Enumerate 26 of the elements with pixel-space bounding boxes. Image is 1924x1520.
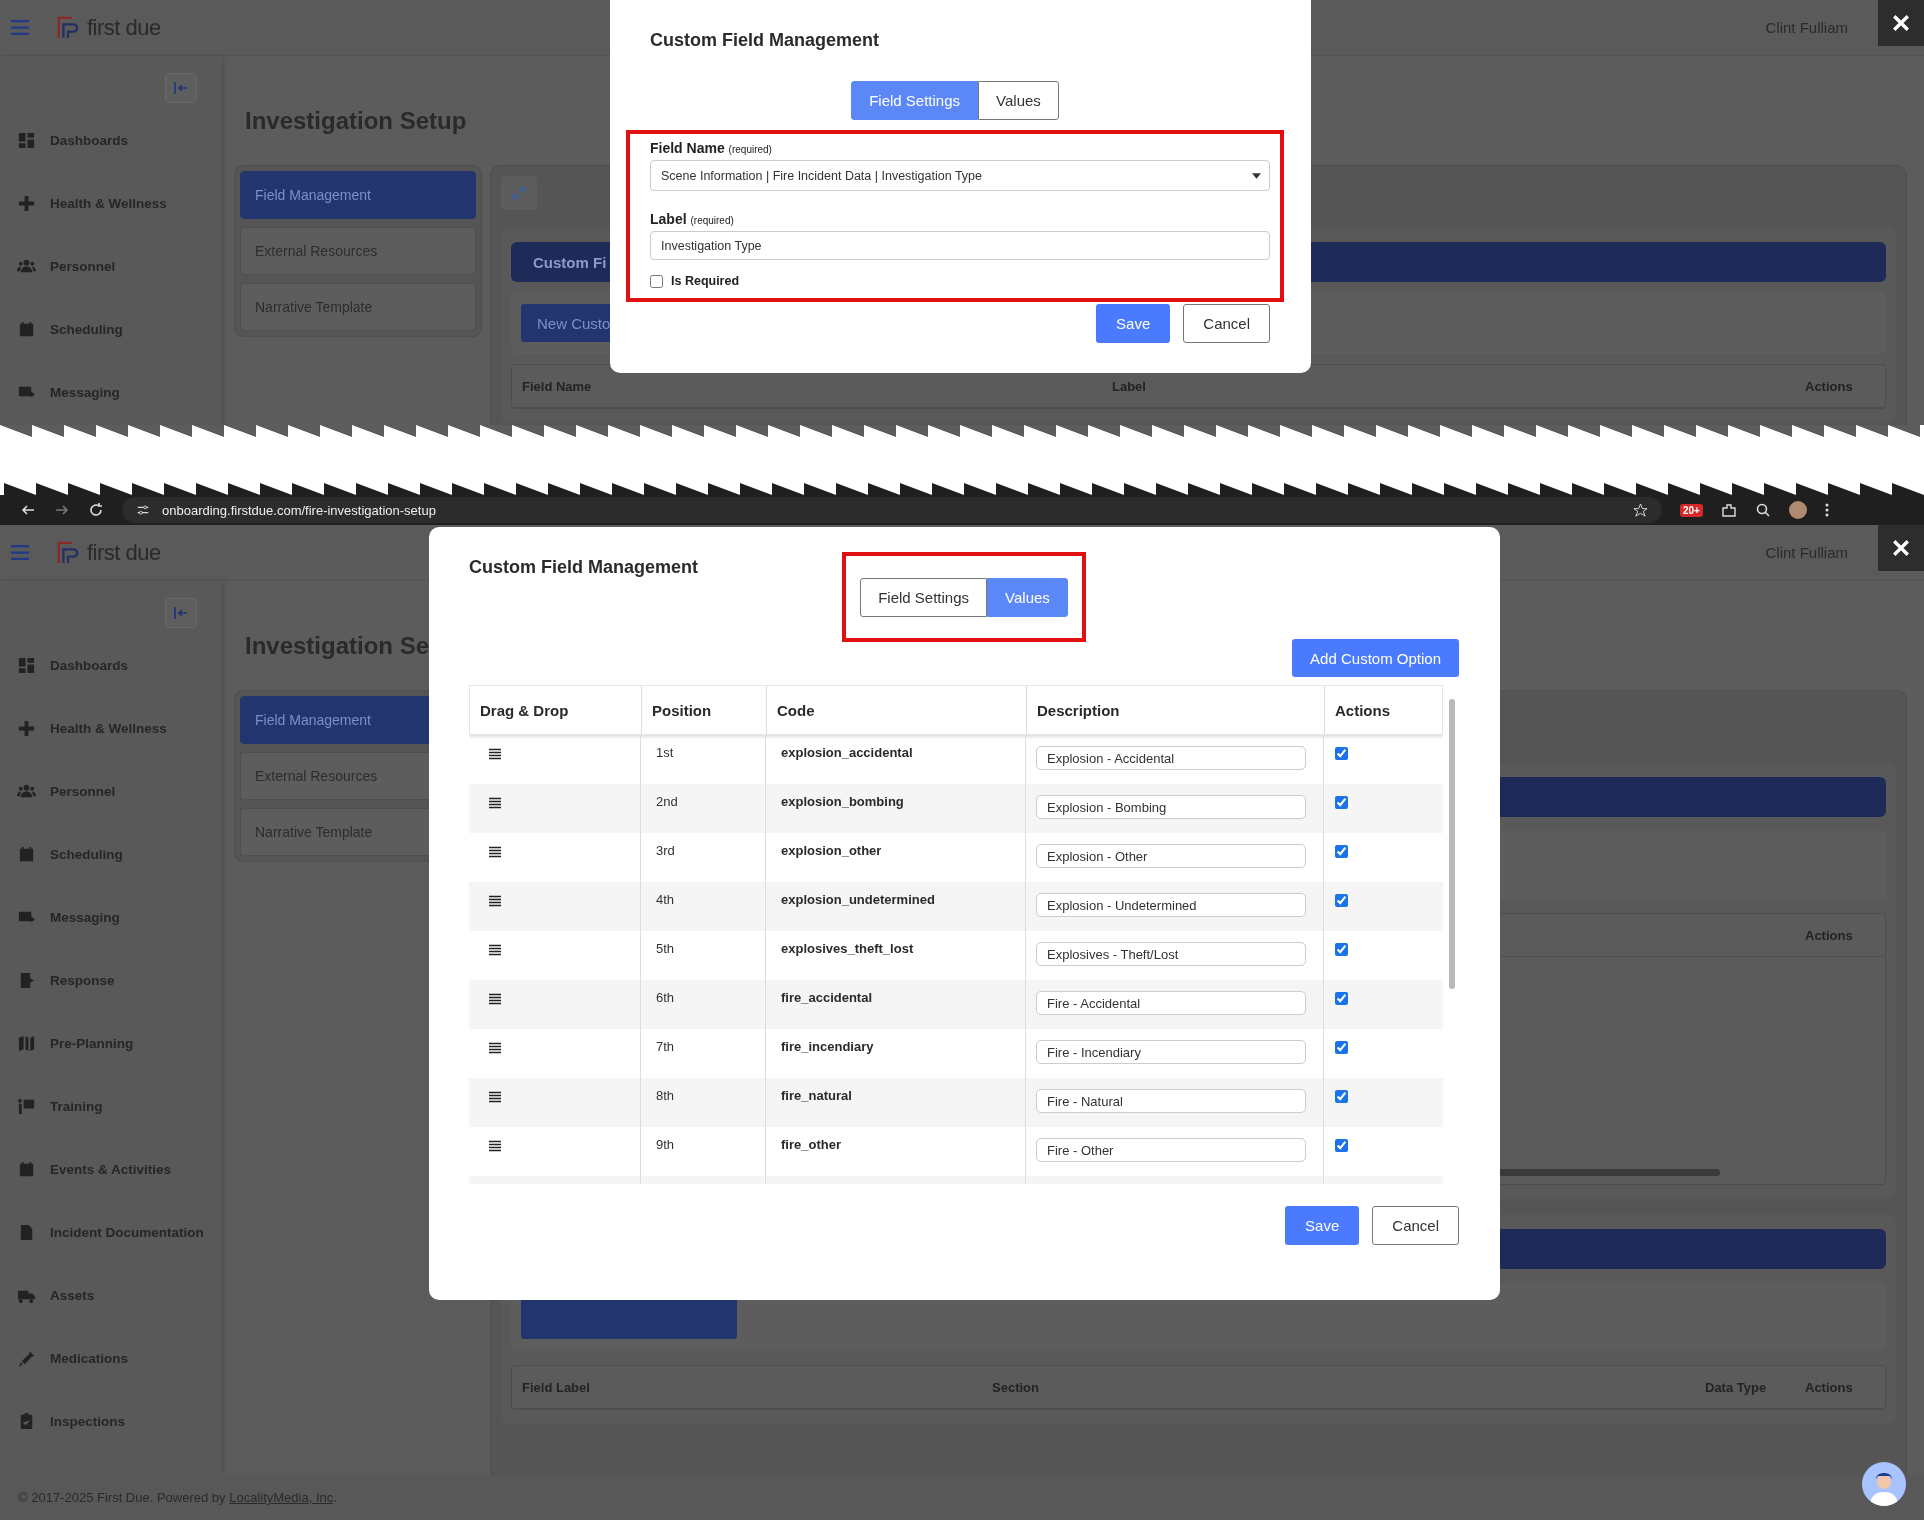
table-cell: 8th (640, 1078, 765, 1127)
column-header: Code (766, 686, 1026, 734)
column-header: Actions (1804, 378, 1854, 394)
field-label: Field Name (required) (650, 140, 773, 156)
column-header: Actions (1324, 686, 1443, 734)
column-header: Position (641, 686, 766, 734)
column-header: Field Name (521, 378, 593, 394)
column-header: Description (1026, 686, 1324, 734)
table-cell: 2nd (640, 784, 765, 833)
column-header: Label (1111, 378, 1147, 394)
column-header: Actions (1804, 1379, 1854, 1395)
table-cell: fire_natural (765, 1078, 1025, 1127)
table-cell: fire_accidental (765, 980, 1025, 1029)
column-header: Drag & Drop (479, 700, 570, 721)
checkbox-label: Is Required (671, 274, 740, 288)
column-header: Data Type (1704, 1379, 1768, 1395)
field-label: Label (required) (650, 211, 735, 227)
table-cell: 6th (640, 980, 765, 1029)
table-cell: explosion_bombing (765, 784, 1025, 833)
column-header: Field Label (521, 1379, 591, 1395)
modal-title: Custom Field Management (469, 556, 700, 578)
table-cell: explosion_undetermined (765, 882, 1025, 931)
modal-title: Custom Field Management (649, 30, 881, 51)
column-header: Actions (1804, 927, 1854, 943)
table-cell: 4th (640, 882, 765, 931)
column-header: Section (991, 1379, 1040, 1395)
